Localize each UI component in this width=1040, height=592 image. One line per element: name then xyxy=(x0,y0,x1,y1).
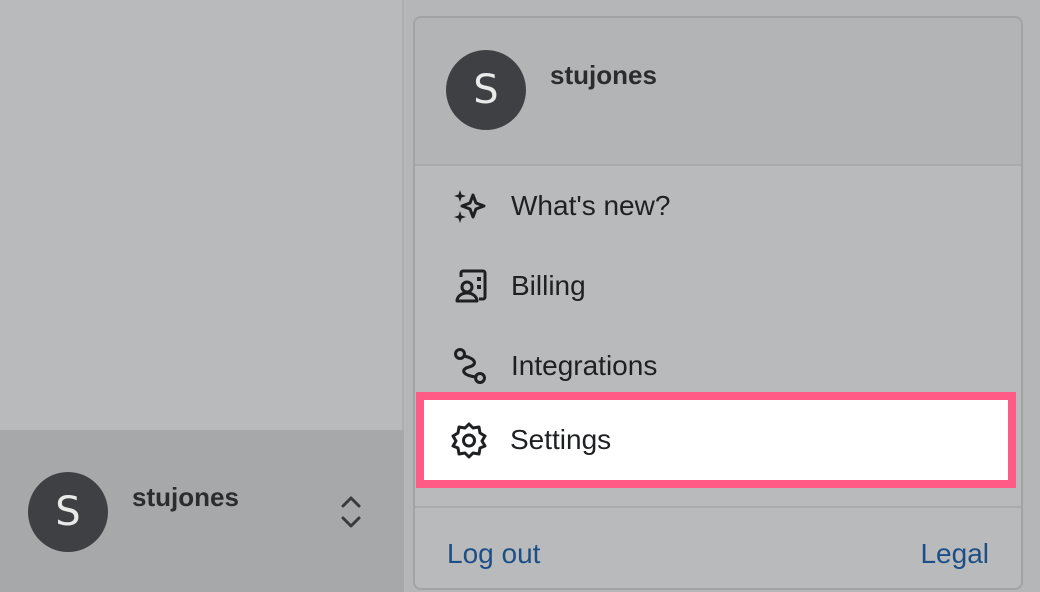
menu-item-label: What's new? xyxy=(511,190,671,221)
avatar: S xyxy=(446,50,526,130)
menu-account-name: stujones xyxy=(550,60,657,90)
billing-icon xyxy=(451,267,489,305)
menu-item-whats-new[interactable]: What's new? xyxy=(415,166,1021,246)
legal-link[interactable]: Legal xyxy=(920,538,989,570)
integrations-icon xyxy=(451,347,489,385)
menu-item-settings[interactable]: Settings xyxy=(416,392,1016,488)
logout-link[interactable]: Log out xyxy=(447,538,540,570)
menu-item-label: Settings xyxy=(510,424,612,455)
left-panel: S stujones xyxy=(0,0,404,592)
menu-footer: Log out Legal xyxy=(415,506,1021,576)
menu-item-label: Integrations xyxy=(511,350,658,381)
menu-item-settings-inner[interactable]: Settings xyxy=(424,400,1008,480)
account-switcher[interactable]: S stujones xyxy=(0,430,404,592)
avatar: S xyxy=(28,472,108,552)
menu-item-billing[interactable]: Billing xyxy=(415,246,1021,326)
sparkles-icon xyxy=(451,187,489,225)
chevron-up-down-icon[interactable] xyxy=(336,492,366,532)
account-menu: S stujones What's new? Billing Integrati… xyxy=(413,16,1023,590)
gear-icon xyxy=(450,421,488,459)
menu-header: S stujones xyxy=(415,18,1021,166)
account-name: stujones xyxy=(132,482,239,512)
menu-item-label: Billing xyxy=(511,270,586,301)
